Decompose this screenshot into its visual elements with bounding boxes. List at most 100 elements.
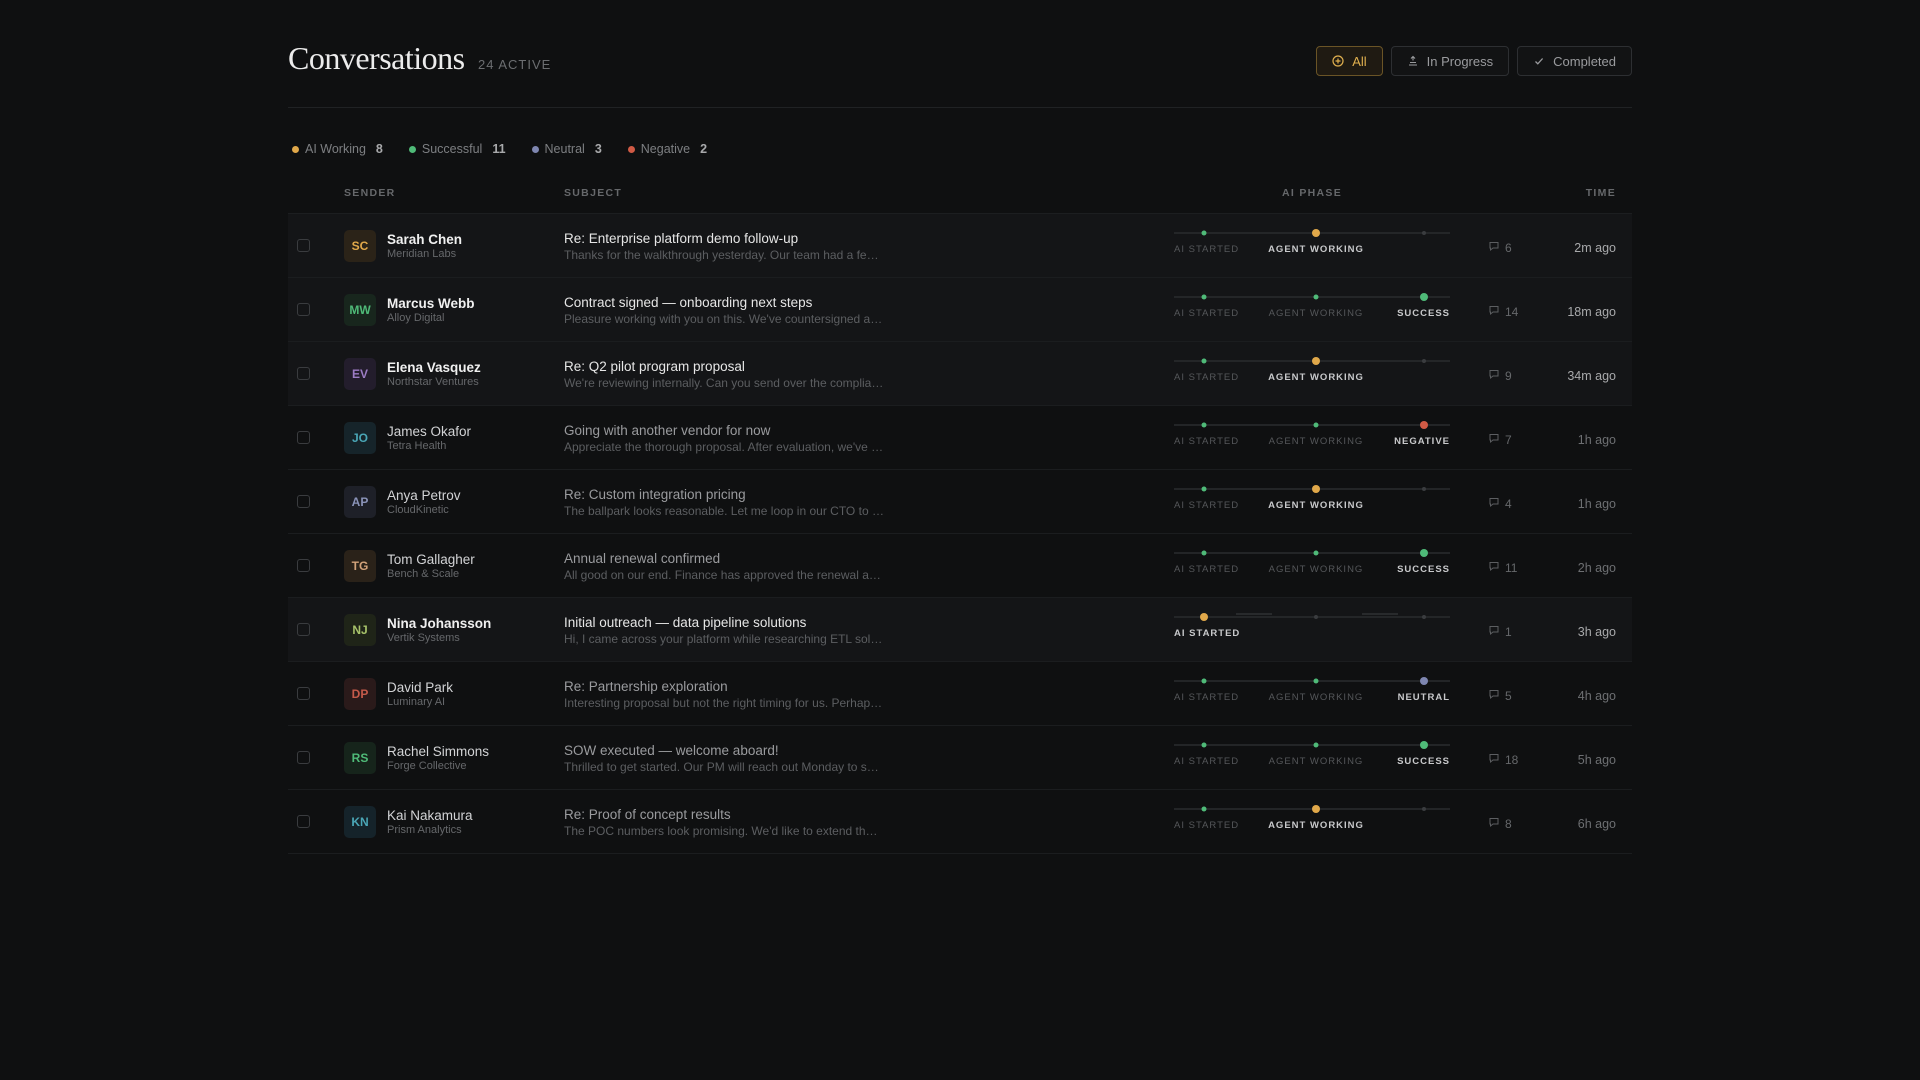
conversation-row[interactable]: SC Sarah Chen Meridian Labs Re: Enterprise … [288,214,1632,278]
conversation-row[interactable]: EV Elena Vasquez Northstar Ventures Re: Q2 … [288,342,1632,406]
phase-label-started: AI STARTED [1174,244,1240,255]
message-count-value: 11 [1505,560,1518,575]
phase-track [1174,357,1450,365]
message-count-value: 14 [1505,304,1519,319]
phase-dot [1201,422,1207,428]
phase-label-started: AI STARTED [1174,372,1240,383]
row-checkbox[interactable] [297,623,310,636]
phase-label-working: AGENT WORKING [1268,756,1364,767]
conversation-row[interactable]: JO James Okafor Tetra Health Going with ano… [288,406,1632,470]
phase-dot [1201,678,1207,684]
legend-item-neutral[interactable]: Neutral 3 [531,142,602,156]
chat-bubble-icon [1488,240,1500,255]
message-count[interactable]: 9 [1488,368,1512,383]
phase-track [1174,613,1450,621]
conversation-row[interactable]: NJ Nina Johansson Vertik Systems Initial ou… [288,598,1632,662]
phase-label-success: SUCCESS [1397,564,1450,575]
phase-label-neutral: NEUTRAL [1397,692,1450,703]
phase-label-working: AGENT WORKING [1268,820,1364,831]
sender-name: Nina Johansson [387,616,492,631]
timestamp: 6h ago [1577,817,1616,831]
chat-bubble-icon [1488,816,1500,831]
subject-line: SOW executed — welcome aboard! [564,743,779,758]
row-checkbox[interactable] [297,815,310,828]
timestamp: 1h ago [1577,497,1616,511]
ai-phase-tracker: AI STARTED AGENT WORKING SUCCESS [1174,740,1450,780]
message-count[interactable]: 5 [1488,688,1512,703]
filter-all-button[interactable]: All [1316,46,1383,76]
sender-company: Alloy Digital [387,312,445,324]
row-checkbox[interactable] [297,751,310,764]
row-checkbox[interactable] [297,559,310,572]
row-checkbox[interactable] [297,239,310,252]
message-count[interactable]: 1 [1488,624,1512,639]
sender-name: Kai Nakamura [387,808,473,823]
phase-label-started: AI STARTED [1174,628,1241,639]
conversation-row[interactable]: DP David Park Luminary AI Re: Partnership e… [288,662,1632,726]
avatar: MW [344,294,376,326]
chat-bubble-icon [1488,432,1500,447]
subject-line: Re: Proof of concept results [564,807,731,822]
message-count[interactable]: 14 [1488,304,1518,319]
row-checkbox[interactable] [297,431,310,444]
phase-dot [1313,550,1319,556]
message-count[interactable]: 8 [1488,816,1512,831]
phase-label-working: AGENT WORKING [1268,308,1364,319]
ai-phase-tracker: AI STARTED AGENT WORKING SUCCESS [1174,548,1450,588]
subject-line: Initial outreach — data pipeline solutio… [564,615,807,630]
phase-track [1174,229,1450,237]
row-checkbox[interactable] [297,687,310,700]
chat-bubble-icon [1488,304,1500,319]
message-preview: Thrilled to get started. Our PM will rea… [564,760,879,774]
page-title: Conversations [288,40,465,76]
phase-dot [1313,294,1319,300]
message-count[interactable]: 7 [1488,432,1512,447]
row-checkbox[interactable] [297,367,310,380]
legend-item-negative[interactable]: Negative 2 [627,142,708,156]
phase-dot [1200,613,1208,621]
legend-item-successful[interactable]: Successful 11 [408,142,506,156]
conversation-row[interactable]: TG Tom Gallagher Bench & Scale Annual renew… [288,534,1632,598]
filter-completed-button[interactable]: Completed [1517,46,1632,76]
ai-phase-tracker: AI STARTED AGENT WORKING [1174,804,1450,844]
phase-label-started: AI STARTED [1174,500,1240,511]
timestamp: 3h ago [1577,625,1616,639]
phase-label-negative: NEGATIVE [1394,436,1450,447]
sender-name: David Park [387,680,454,695]
message-count[interactable]: 11 [1488,560,1517,575]
chat-bubble-icon [1488,368,1500,383]
conversation-row[interactable]: KN Kai Nakamura Prism Analytics Re: Proof o… [288,790,1632,854]
message-preview: Appreciate the thorough proposal. After … [564,440,884,454]
phase-dot [1312,805,1320,813]
avatar: SC [344,230,376,262]
filter-in-progress-button[interactable]: In Progress [1390,46,1510,76]
phase-dot [1201,294,1207,300]
chat-bubble-icon [1488,496,1500,511]
column-time: TIME [1585,187,1616,199]
legend-count: 11 [492,142,506,156]
phase-dot [1422,231,1426,235]
legend-count: 2 [700,142,708,156]
phase-label-working: AGENT WORKING [1268,244,1364,255]
phase-dot [1314,615,1318,619]
message-count[interactable]: 6 [1488,240,1512,255]
phase-label-working: AGENT WORKING [1268,436,1364,447]
avatar: RS [344,742,376,774]
message-count[interactable]: 18 [1488,752,1518,767]
phase-dot [1313,678,1319,684]
conversation-row[interactable]: RS Rachel Simmons Forge Collective SOW exec… [288,726,1632,790]
conversation-row[interactable]: MW Marcus Webb Alloy Digital Contract signe… [288,278,1632,342]
message-count[interactable]: 4 [1488,496,1512,511]
message-count-value: 1 [1505,624,1512,639]
phase-dot [1420,293,1428,301]
phase-label-success: SUCCESS [1397,756,1450,767]
row-checkbox[interactable] [297,495,310,508]
subject-line: Contract signed — onboarding next steps [564,295,813,310]
sender-company: Luminary AI [387,696,446,708]
page-header: Conversations 24 ACTIVE All In Progress Co… [288,0,1632,108]
legend-item-ai-working[interactable]: AI Working 8 [292,142,383,156]
message-preview: We're reviewing internally. Can you send… [564,376,884,390]
row-checkbox[interactable] [297,303,310,316]
chat-bubble-icon [1488,624,1500,639]
conversation-row[interactable]: AP Anya Petrov CloudKinetic Re: Custom inte… [288,470,1632,534]
